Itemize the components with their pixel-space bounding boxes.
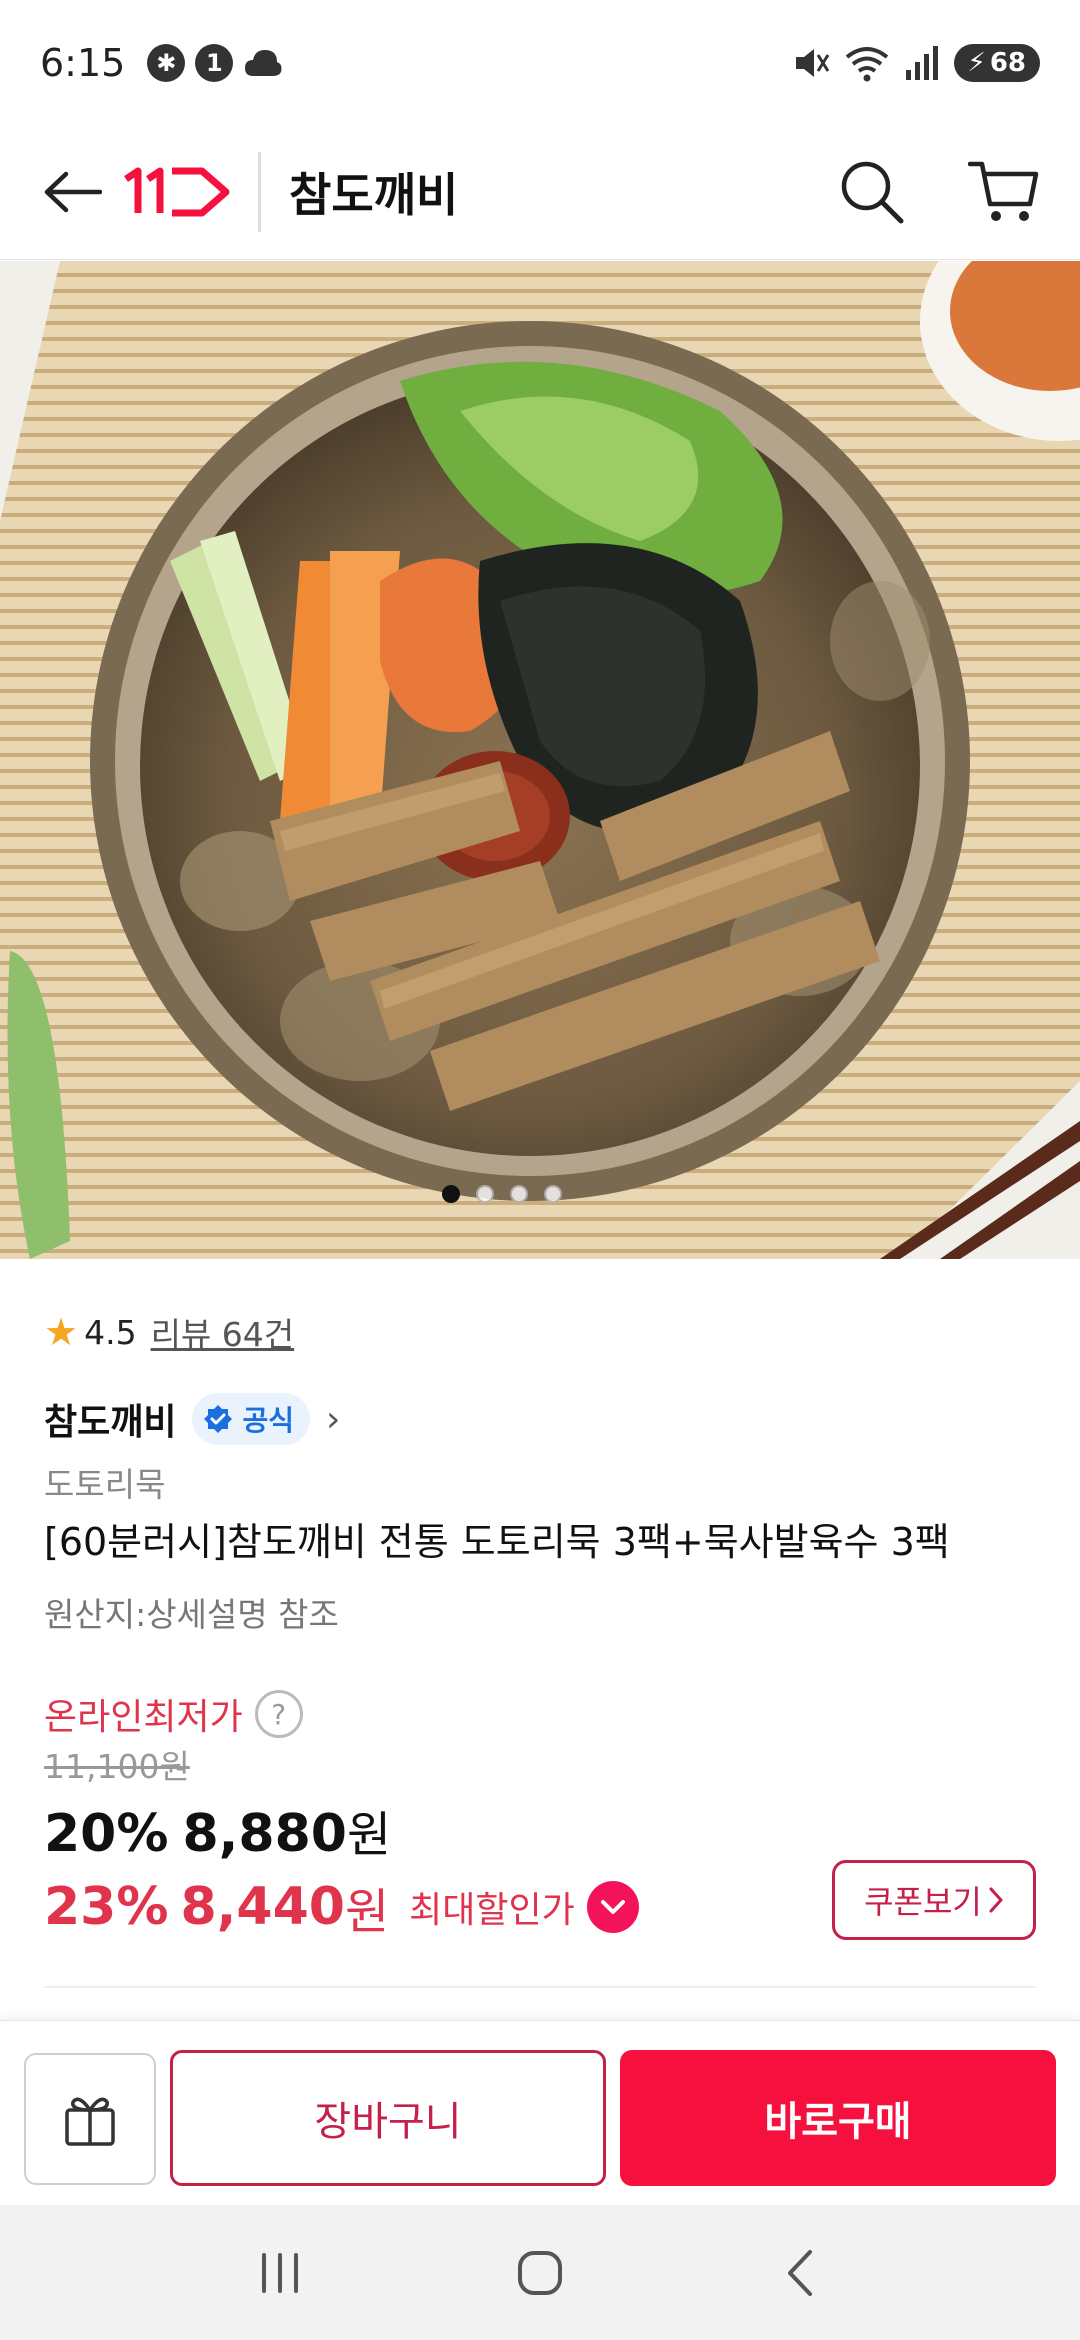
shopping-cart-icon [968,161,1039,221]
app-header: 참도깨비 [0,125,1080,260]
max-discount-rate: 23% [44,1877,169,1937]
search-button[interactable] [836,156,908,228]
gallery-pagination [0,1185,1042,1203]
max-discount-expand-button[interactable] [586,1881,639,1933]
app-notification-icon: ✱ [147,43,186,82]
original-price: 11,100원 [44,1747,190,1786]
cloud-icon [245,49,282,76]
brand-logo[interactable] [122,160,230,224]
star-icon: ★ [44,1310,79,1354]
product-image-gallery[interactable] [0,261,1080,1259]
status-notification-icons: ✱ 1 [147,43,283,82]
sale-price: 8,880 [182,1804,347,1864]
gallery-dot[interactable] [476,1185,494,1203]
battery-level: 68 [989,47,1026,78]
home-icon [518,2250,562,2295]
product-category[interactable]: 도토리묵 [44,1458,165,1506]
home-button[interactable] [495,2228,585,2318]
back-button[interactable] [40,160,104,224]
arrow-left-icon [44,171,102,213]
rating-row: ★ 4.5 리뷰 64건 [44,1308,294,1356]
system-back-button[interactable] [755,2228,845,2318]
verified-check-icon [204,1405,233,1433]
sale-price-row: 20% 8,880 원 [44,1795,391,1865]
product-title: [60분러시]참도깨비 전통 도토리묵 3팩+묵사발육수 3팩 [44,1520,950,1564]
max-discount-price: 8,440 [180,1877,345,1937]
recent-apps-icon [262,2252,298,2293]
wifi-icon [845,46,888,81]
header-divider [258,152,261,232]
gallery-dot[interactable] [544,1185,562,1203]
status-system-icons: ⚡ 68 [790,43,1040,83]
status-bar: 6:15 ✱ 1 ⚡ 68 [0,0,1080,125]
seller-row[interactable]: 참도깨비 공식 › [44,1393,340,1445]
max-discount-row: 23% 8,440 원 최대할인가 [44,1872,639,1942]
system-nav-bar [0,2205,1080,2340]
view-coupons-button[interactable]: 쿠폰보기 [832,1860,1036,1940]
max-discount-label: 최대할인가 [409,1890,575,1931]
cart-button[interactable] [968,156,1040,228]
discount-rate: 20% [44,1804,169,1864]
question-mark-icon[interactable]: ? [254,1690,303,1738]
notification-count-icon: 1 [195,43,234,82]
store-title[interactable]: 참도깨비 [289,159,458,225]
gallery-dot[interactable] [510,1185,528,1203]
seller-name[interactable]: 참도깨비 [44,1393,176,1445]
rating-value: 4.5 [84,1312,137,1352]
chevron-left-icon [788,2249,812,2296]
gallery-dot-active[interactable] [442,1185,460,1203]
signal-icon [905,45,938,80]
currency-won: 원 [344,1884,390,1940]
online-lowest-price-label: 온라인최저가 ? [44,1688,303,1740]
official-badge: 공식 [192,1393,311,1445]
view-coupons-label: 쿠폰보기 [864,1883,982,1921]
search-icon [841,161,904,224]
review-count-link[interactable]: 리뷰 64건 [151,1308,295,1356]
bolt-icon: ⚡ [967,47,986,78]
add-to-cart-button[interactable]: 장바구니 [170,2050,606,2186]
status-time: 6:15 [40,40,126,85]
section-divider [44,1986,1036,1988]
purchase-bar: 장바구니 바로구매 [0,2020,1080,2205]
chevron-right-icon[interactable]: › [326,1399,340,1440]
recent-apps-button[interactable] [235,2228,325,2318]
chevron-right-icon [989,1887,1003,1913]
buy-now-label: 바로구매 [764,2099,912,2145]
battery-indicator: ⚡ 68 [953,43,1040,82]
11st-logo-icon [124,167,230,217]
official-badge-label: 공식 [242,1404,295,1437]
header-actions [836,156,1040,228]
buy-now-button[interactable]: 바로구매 [620,2050,1056,2186]
chevron-down-icon [600,1900,625,1914]
add-to-cart-label: 장바구니 [314,2099,462,2145]
product-origin: 원산지:상세설명 참조 [44,1595,339,1634]
currency-won: 원 [346,1807,392,1863]
gift-button[interactable] [24,2053,156,2185]
product-photo [0,261,1080,1259]
gift-icon [65,2097,115,2146]
online-lowest-price-text: 온라인최저가 [44,1697,243,1738]
mute-icon [795,48,829,77]
